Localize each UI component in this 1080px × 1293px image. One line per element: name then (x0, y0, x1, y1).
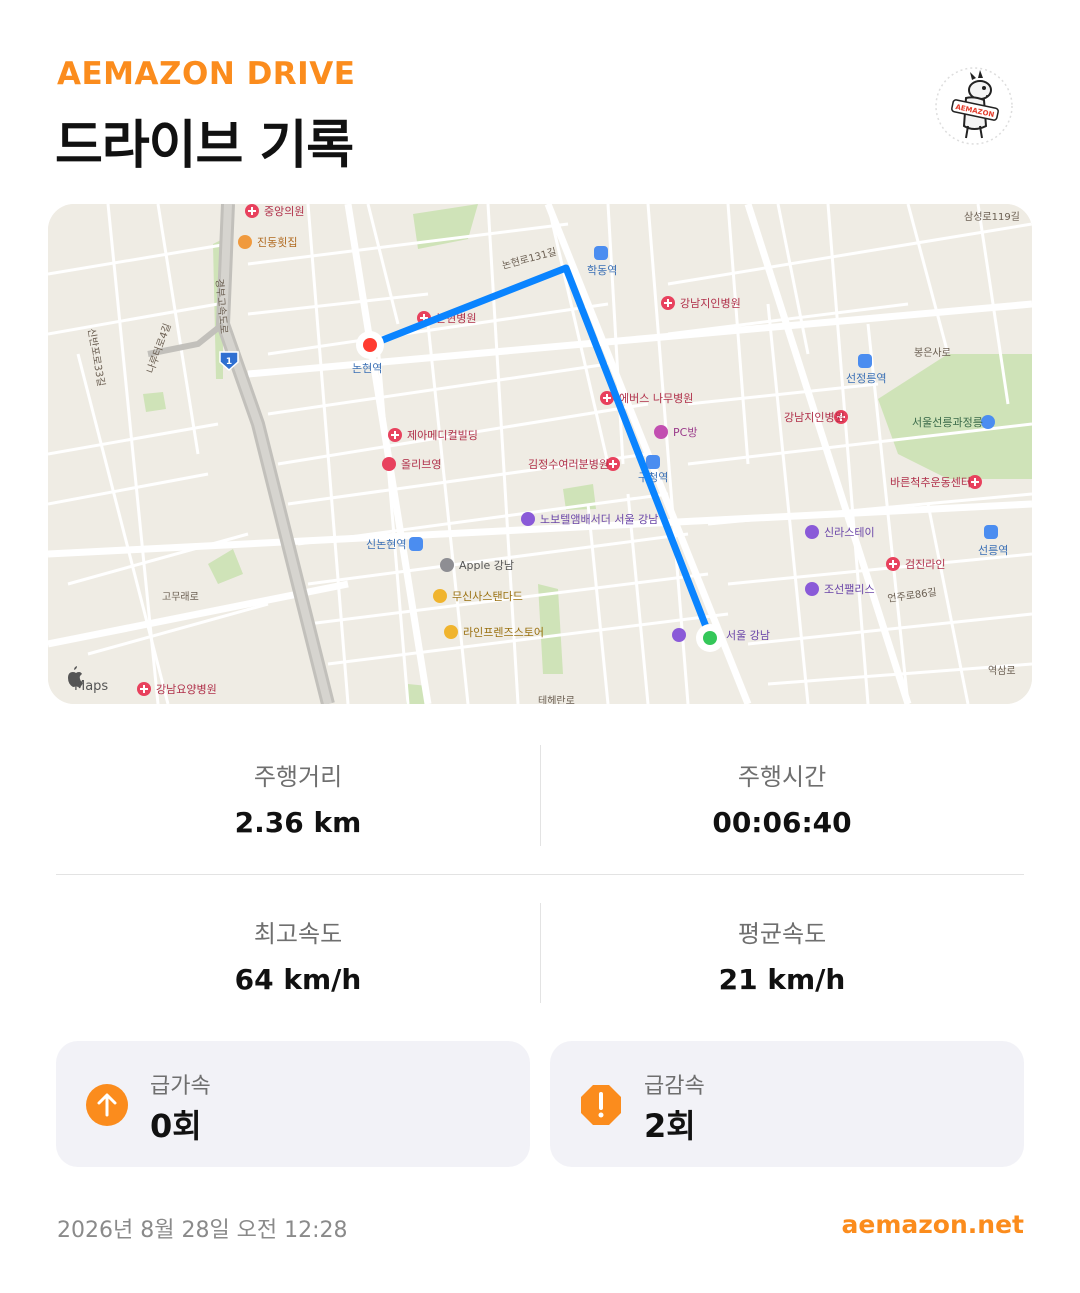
svg-text:학동역: 학동역 (587, 264, 617, 277)
road-label: 고무래로 (162, 591, 199, 603)
hotel-icon[interactable] (805, 525, 819, 539)
end-marker[interactable] (696, 624, 724, 652)
max-speed-stat: 최고속도 64 km/h (56, 914, 540, 996)
max-speed-value: 64 km/h (234, 963, 362, 996)
poi-label: 서울 강남 (726, 629, 770, 642)
distance-stat: 주행거리 2.36 km (56, 757, 540, 839)
poi-label: 바른척추운동센터 (890, 476, 971, 489)
poi-label: 강남지인병원 (680, 297, 741, 310)
station-label: 논현역 (352, 362, 382, 375)
poi-label: 검진라인 (905, 558, 945, 571)
map-canvas[interactable]: 1 삼성로119길 봉은사로 논현로131길 신반포로33길 나루터로4길 경부… (48, 204, 1032, 704)
poi-label: 강남지인병원 (784, 411, 845, 424)
page-title: 드라이브 기록 (55, 116, 354, 176)
hospital-icon[interactable] (137, 682, 151, 696)
hospital-icon[interactable] (388, 428, 402, 442)
max-speed-label: 최고속도 (253, 920, 343, 948)
poi-label: 노보텔앰배서더 서울 강남 (540, 513, 658, 526)
landmark-star-icon[interactable] (981, 415, 995, 429)
hotel-icon[interactable] (521, 512, 535, 526)
hard-acceleration-card: 급가속 0회 (56, 1041, 530, 1167)
poi-label: PC방 (673, 426, 697, 439)
svg-text:선정릉역: 선정릉역 (846, 372, 886, 385)
poi-label: 강남요양병원 (156, 683, 217, 696)
duration-label: 주행시간 (737, 763, 827, 791)
hospital-icon[interactable] (886, 557, 900, 571)
record-timestamp: 2026년 8월 28일 오전 12:28 (57, 1218, 348, 1243)
poi-label: 신라스테이 (824, 526, 875, 539)
arrow-up-icon (86, 1084, 128, 1126)
website-link[interactable]: aemazon.net (842, 1210, 1024, 1239)
hard-braking-count: 2회 (644, 1107, 696, 1145)
svg-text:신논현역: 신논현역 (366, 538, 406, 551)
station-marker[interactable]: 신논현역 (366, 537, 423, 551)
poi-label: 올리브영 (401, 458, 441, 471)
hospital-icon[interactable] (245, 204, 259, 218)
brand-name: AEMAZON DRIVE (57, 56, 356, 92)
road-label: 삼성로119길 (964, 210, 1020, 223)
svg-text:선릉역: 선릉역 (978, 544, 1008, 557)
poi-label: 중앙의원 (264, 205, 304, 218)
restaurant-icon[interactable] (238, 235, 252, 249)
poi-label: Apple 강남 (459, 559, 514, 572)
poi-label: 에버스 나무병원 (619, 392, 693, 405)
pc-icon[interactable] (654, 425, 668, 439)
pharmacy-icon[interactable] (382, 457, 396, 471)
hard-braking-label: 급감속 (644, 1074, 705, 1099)
hotel-icon[interactable] (805, 582, 819, 596)
hard-braking-card: 급감속 2회 (550, 1041, 1024, 1167)
apple-store-icon[interactable] (440, 558, 454, 572)
avg-speed-value: 21 km/h (718, 963, 846, 996)
shopping-icon[interactable] (433, 589, 447, 603)
duration-value: 00:06:40 (712, 806, 852, 839)
road-label: 역삼로 (988, 665, 1016, 677)
distance-value: 2.36 km (234, 806, 362, 839)
shopping-icon[interactable] (444, 625, 458, 639)
road-label: 봉은사로 (914, 347, 951, 359)
mascot-logo: AEMAZON (935, 67, 1013, 145)
avg-speed-label: 평균속도 (737, 920, 827, 948)
poi-label: 서울선릉과정릉 (912, 416, 983, 429)
hospital-icon[interactable] (661, 296, 675, 310)
warning-octagon-icon (581, 1085, 621, 1125)
svg-text:1: 1 (226, 357, 232, 367)
poi-label: 라인프렌즈스토어 (463, 626, 544, 639)
poi-label: 조선팰리스 (824, 583, 875, 596)
maps-attribution-label: Maps (74, 679, 108, 694)
poi-label: 김정수여러분병원 (528, 458, 609, 471)
poi-label: 무신사스탠다드 (452, 590, 523, 603)
duration-stat: 주행시간 00:06:40 (540, 757, 1024, 839)
stats-divider-horizontal (56, 874, 1024, 875)
route-map[interactable]: 1 삼성로119길 봉은사로 논현로131길 신반포로33길 나루터로4길 경부… (48, 204, 1032, 704)
start-marker[interactable] (356, 331, 384, 359)
poi-label: 진동횟집 (257, 236, 297, 249)
hard-acceleration-label: 급가속 (150, 1074, 211, 1099)
avg-speed-stat: 평균속도 21 km/h (540, 914, 1024, 996)
drive-record-card: AEMAZON DRIVE 드라이브 기록 AEMAZON 1 삼성로119길 … (0, 0, 1080, 1293)
poi-label: 제아메디컬빌딩 (407, 429, 478, 442)
hotel-icon[interactable] (672, 628, 686, 642)
hard-acceleration-count: 0회 (150, 1107, 202, 1145)
road-label: 테헤란로 (538, 695, 575, 704)
distance-label: 주행거리 (253, 763, 343, 791)
